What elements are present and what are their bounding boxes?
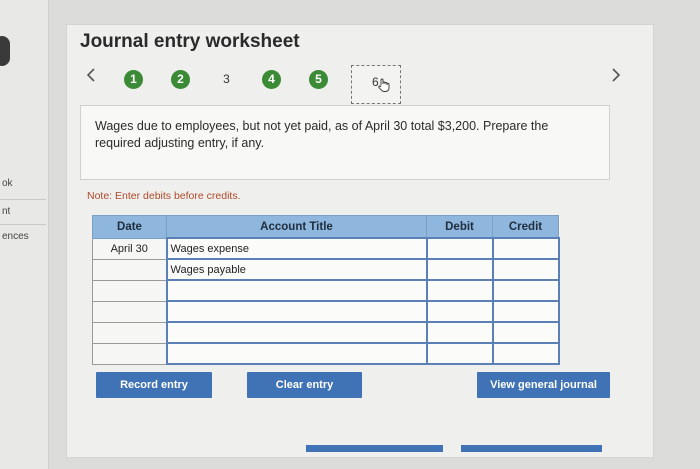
scroll-indicator: [461, 445, 602, 452]
debit-input[interactable]: [425, 258, 494, 281]
journal-table: Date Account Title Debit Credit April 30…: [92, 215, 560, 365]
question-text: Wages due to employees, but not yet paid…: [95, 119, 549, 150]
date-cell[interactable]: [92, 258, 167, 281]
view-general-journal-button[interactable]: View general journal: [477, 372, 610, 398]
chevron-left-icon[interactable]: [85, 66, 97, 89]
column-header-account-title: Account Title: [166, 215, 427, 239]
divider: [0, 224, 46, 225]
account-title-input[interactable]: [165, 321, 428, 344]
column-header-credit: Credit: [492, 215, 559, 239]
table-row: [92, 300, 560, 323]
page-title: Journal entry worksheet: [80, 31, 300, 52]
step-3[interactable]: 3: [217, 70, 236, 89]
step-4[interactable]: 4: [262, 70, 281, 89]
date-cell[interactable]: [92, 321, 167, 344]
note-text: Note: Enter debits before credits.: [87, 190, 241, 202]
step-1[interactable]: 1: [124, 70, 143, 89]
table-row: April 30 Wages expense: [92, 237, 560, 260]
sidebar-item-label[interactable]: nt: [2, 206, 10, 217]
chevron-right-icon[interactable]: [610, 66, 622, 89]
credit-input[interactable]: [491, 237, 560, 260]
column-header-date: Date: [92, 215, 167, 239]
account-title-input[interactable]: [165, 300, 428, 323]
step-2[interactable]: 2: [171, 70, 190, 89]
debit-input[interactable]: [425, 342, 494, 365]
date-cell[interactable]: April 30: [92, 237, 167, 260]
date-cell[interactable]: [92, 342, 167, 365]
hand-pointer-icon: [378, 78, 390, 92]
sidebar-handle-icon: [0, 36, 10, 66]
table-row: [92, 279, 560, 302]
clear-entry-button[interactable]: Clear entry: [247, 372, 362, 398]
left-sidebar: ok nt ences: [0, 0, 49, 469]
debit-input[interactable]: [425, 321, 494, 344]
account-title-input[interactable]: [165, 279, 428, 302]
date-cell[interactable]: [92, 279, 167, 302]
credit-input[interactable]: [491, 300, 560, 323]
debit-input[interactable]: [425, 300, 494, 323]
divider: [0, 199, 46, 200]
column-header-debit: Debit: [426, 215, 493, 239]
account-title-input[interactable]: Wages expense: [165, 237, 428, 260]
table-row: [92, 342, 560, 365]
date-cell[interactable]: [92, 300, 167, 323]
table-row: [92, 321, 560, 344]
sidebar-item-label[interactable]: ok: [2, 178, 13, 189]
step-6-current[interactable]: 6: [351, 65, 401, 104]
table-header-row: Date Account Title Debit Credit: [92, 215, 559, 239]
table-row: Wages payable: [92, 258, 560, 281]
account-title-input[interactable]: [165, 342, 428, 365]
credit-input[interactable]: [491, 258, 560, 281]
sidebar-item-label[interactable]: ences: [2, 231, 29, 242]
credit-input[interactable]: [491, 321, 560, 344]
scroll-indicator: [306, 445, 443, 452]
account-title-input[interactable]: Wages payable: [165, 258, 428, 281]
debit-input[interactable]: [425, 279, 494, 302]
credit-input[interactable]: [491, 342, 560, 365]
step-5[interactable]: 5: [309, 70, 328, 89]
credit-input[interactable]: [491, 279, 560, 302]
debit-input[interactable]: [425, 237, 494, 260]
record-entry-button[interactable]: Record entry: [96, 372, 212, 398]
